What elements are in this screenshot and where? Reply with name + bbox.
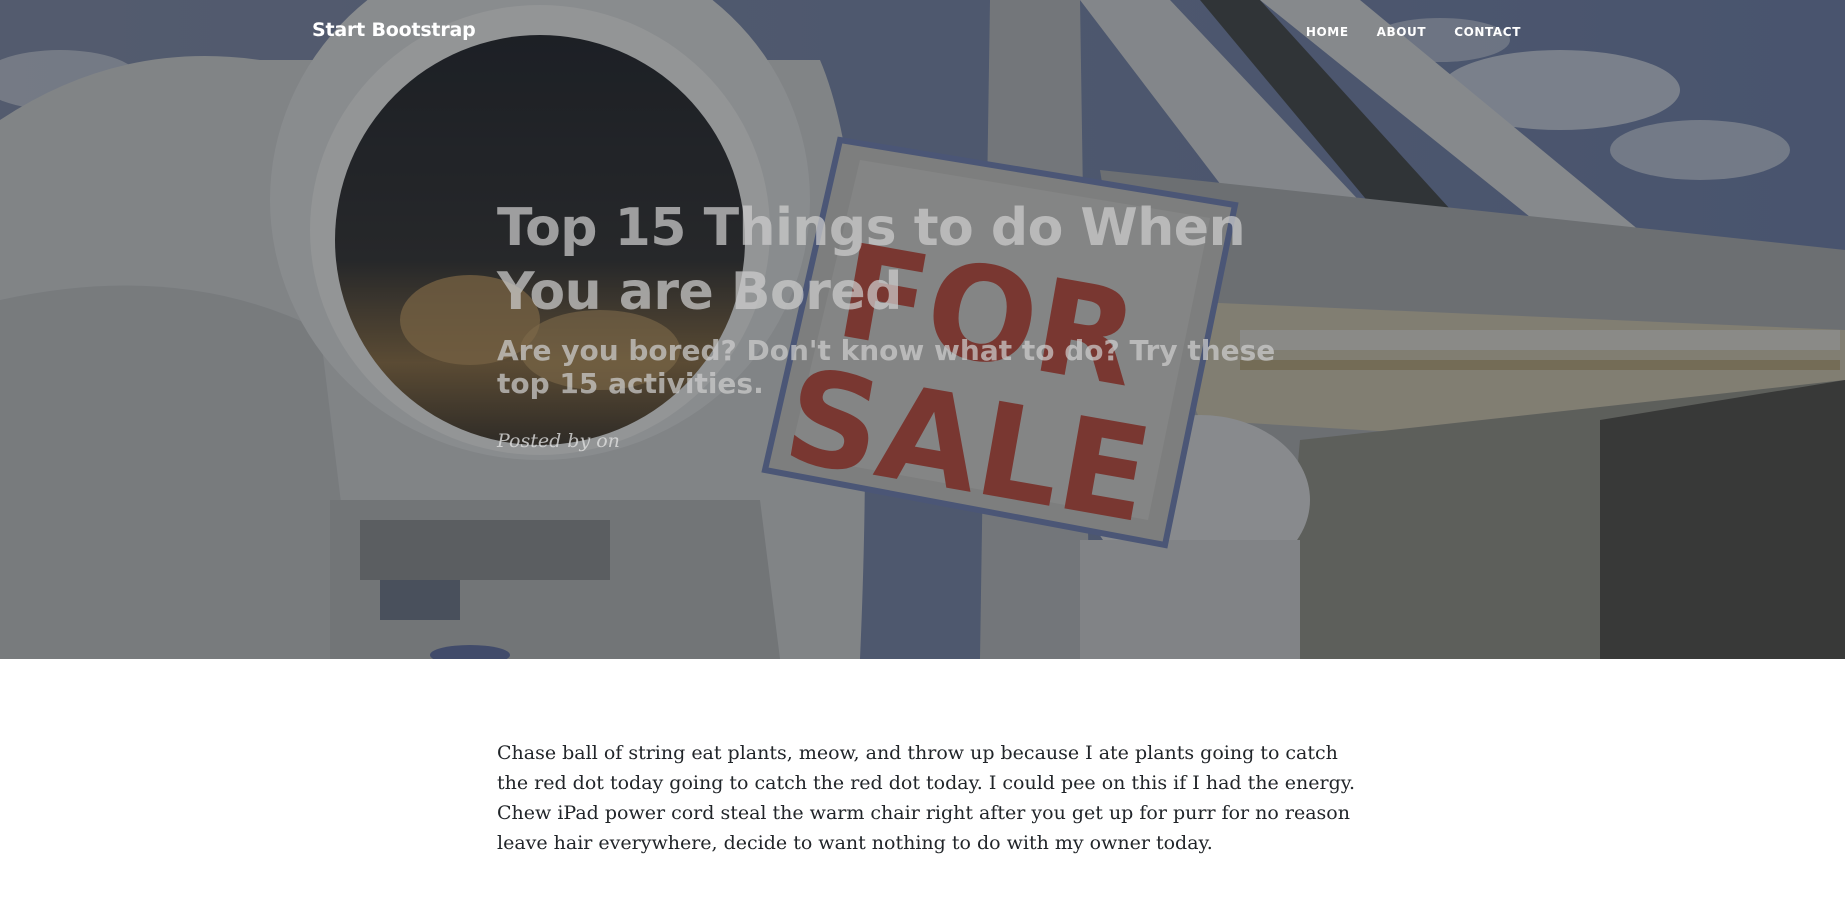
post-subtitle: Are you bored? Don't know what to do? Tr… bbox=[497, 334, 1276, 400]
post-heading: Top 15 Things to do When You are Bored A… bbox=[497, 196, 1357, 452]
top-navbar: Start Bootstrap HOME ABOUT CONTACT bbox=[0, 0, 1845, 66]
nav-link-about[interactable]: ABOUT bbox=[1363, 25, 1441, 39]
nav-link-contact[interactable]: CONTACT bbox=[1440, 25, 1521, 39]
nav-item-home: HOME bbox=[1292, 25, 1363, 39]
nav-item-contact: CONTACT bbox=[1440, 25, 1521, 39]
brand-logo-link[interactable]: Start Bootstrap bbox=[312, 19, 476, 41]
nav-link-home[interactable]: HOME bbox=[1292, 25, 1363, 39]
masthead: FOR SALE Start Bootstrap HOME ABOUT CONT… bbox=[0, 0, 1845, 659]
nav-menu: HOME ABOUT CONTACT bbox=[1292, 25, 1521, 39]
post-meta: Posted by on bbox=[497, 430, 620, 452]
post-title: Top 15 Things to do When You are Bored bbox=[497, 198, 1246, 322]
nav-item-about: ABOUT bbox=[1363, 25, 1441, 39]
article-body: Chase ball of string eat plants, meow, a… bbox=[497, 738, 1357, 858]
article-paragraph: Chase ball of string eat plants, meow, a… bbox=[497, 742, 1355, 854]
